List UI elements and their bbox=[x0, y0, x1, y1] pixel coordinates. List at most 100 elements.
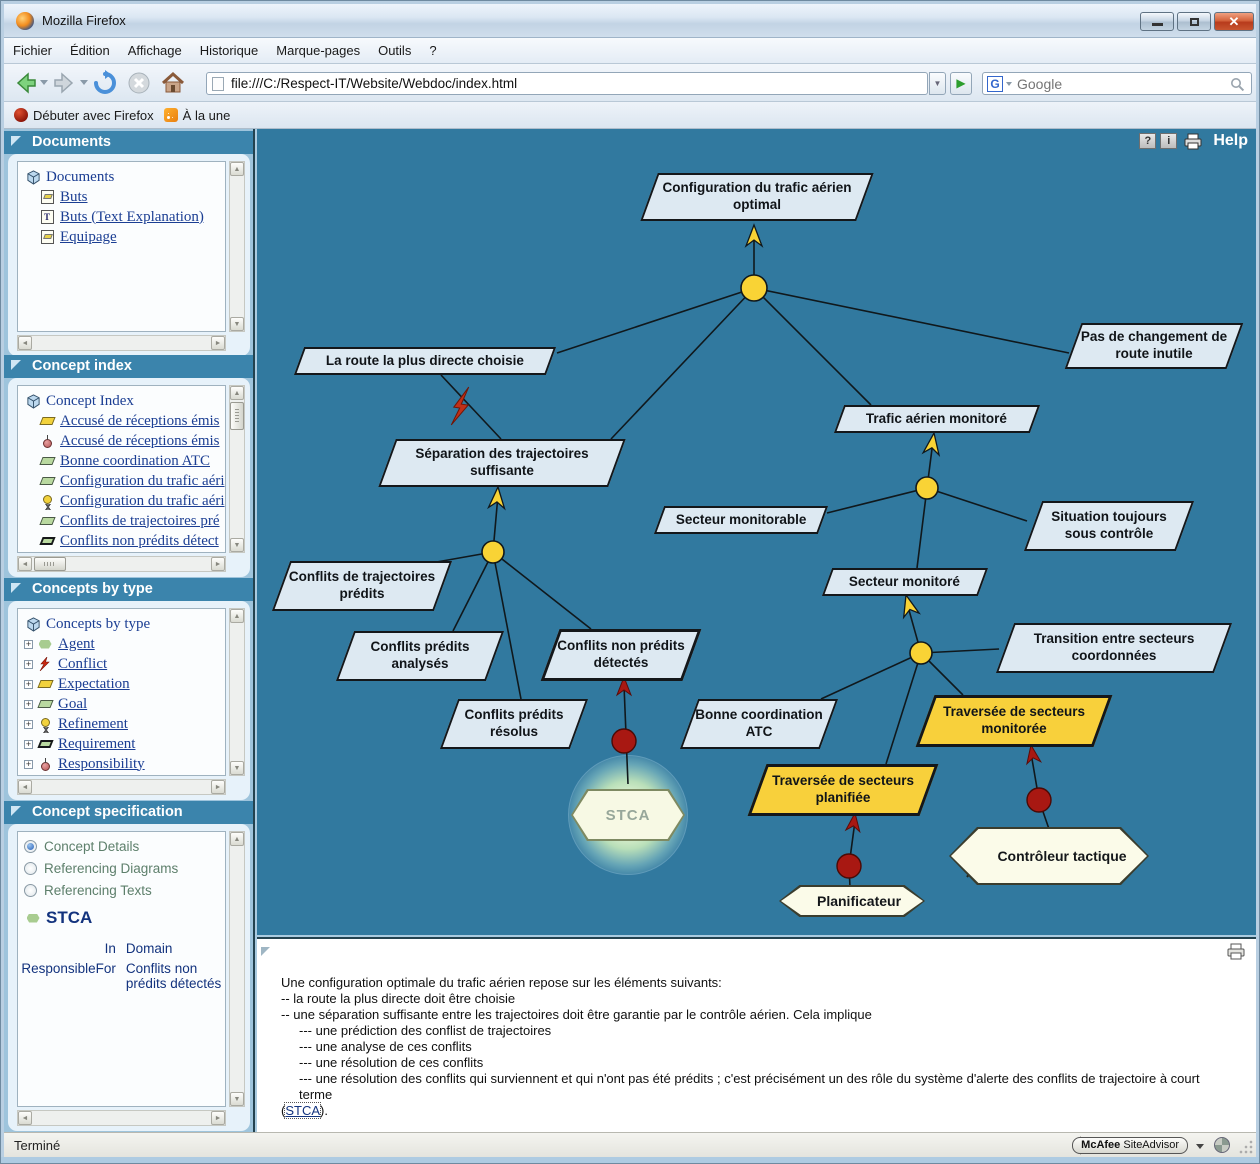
radio-referencing-diagrams[interactable]: Referencing Diagrams bbox=[24, 861, 225, 876]
reload-button[interactable] bbox=[92, 70, 118, 96]
expand-icon[interactable]: + bbox=[24, 760, 33, 769]
collapse-triangle-icon[interactable] bbox=[11, 806, 21, 816]
menu-outils[interactable]: Outils bbox=[369, 39, 420, 62]
scroll-up-icon[interactable]: ▲ bbox=[230, 386, 244, 400]
tree-item-buts[interactable]: Buts bbox=[24, 187, 223, 207]
goal-node[interactable]: Pas de changement de route inutile bbox=[1065, 323, 1244, 369]
collapse-triangle-icon[interactable] bbox=[11, 583, 21, 593]
goal-node[interactable]: Secteur monitoré bbox=[822, 568, 988, 596]
type-item-responsibility[interactable]: + Responsibility bbox=[24, 754, 223, 774]
menu-affichage[interactable]: Affichage bbox=[119, 39, 191, 62]
menu-fichier[interactable]: Fichier bbox=[4, 39, 61, 62]
concept-item[interactable]: Configuration du trafic aéri bbox=[24, 491, 223, 511]
goal-node[interactable]: Trafic aérien monitoré bbox=[834, 405, 1040, 433]
goal-node[interactable]: Configuration du trafic aérien optimal bbox=[640, 173, 873, 221]
collapse-triangle-icon[interactable] bbox=[11, 136, 21, 146]
close-button[interactable]: ✕ bbox=[1214, 12, 1254, 31]
maximize-button[interactable] bbox=[1177, 12, 1211, 31]
type-item-refinement[interactable]: + Refinement bbox=[24, 714, 223, 734]
scroll-right-icon[interactable]: ► bbox=[211, 336, 225, 350]
scroll-up-icon[interactable]: ▲ bbox=[230, 832, 244, 846]
globe-icon[interactable] bbox=[1214, 1137, 1230, 1153]
vertical-scrollbar[interactable]: ▲ ▼ bbox=[229, 161, 245, 332]
scroll-right-icon[interactable]: ► bbox=[211, 557, 225, 571]
stop-button[interactable] bbox=[126, 70, 152, 96]
scrollbar-thumb[interactable] bbox=[34, 557, 66, 571]
horizontal-scrollbar[interactable]: ◄ ► bbox=[17, 335, 226, 351]
search-engine-dropdown-icon[interactable] bbox=[1006, 82, 1012, 86]
radio-icon[interactable] bbox=[24, 884, 37, 897]
concept-item[interactable]: Conflits non prédits détect bbox=[24, 551, 223, 553]
scroll-up-icon[interactable]: ▲ bbox=[230, 609, 244, 623]
scroll-down-icon[interactable]: ▼ bbox=[230, 761, 244, 775]
concept-specification-header[interactable]: Concept specification bbox=[4, 801, 253, 824]
expand-icon[interactable]: + bbox=[24, 680, 33, 689]
go-button[interactable]: ▶ bbox=[950, 72, 972, 95]
search-engine-icon[interactable]: G bbox=[987, 76, 1003, 92]
back-button[interactable] bbox=[12, 70, 38, 96]
print-button[interactable] bbox=[1183, 133, 1203, 150]
back-dropdown-icon[interactable] bbox=[40, 80, 48, 85]
type-item-agent[interactable]: + Agent bbox=[24, 634, 223, 654]
resize-grip[interactable] bbox=[1239, 1140, 1253, 1154]
url-input[interactable] bbox=[231, 74, 921, 93]
type-item-expectation[interactable]: + Expectation bbox=[24, 674, 223, 694]
concept-item[interactable]: Bonne coordination ATC bbox=[24, 451, 223, 471]
stca-link[interactable]: STCA bbox=[285, 1103, 320, 1118]
concepts-by-type-header[interactable]: Concepts by type bbox=[4, 578, 253, 601]
horizontal-scrollbar[interactable]: ◄ ► bbox=[17, 556, 226, 572]
concept-item[interactable]: Accusé de réceptions émis bbox=[24, 411, 223, 431]
goal-node[interactable]: La route la plus directe choisie bbox=[294, 347, 556, 375]
radio-selected-icon[interactable] bbox=[24, 840, 37, 853]
scroll-right-icon[interactable]: ► bbox=[211, 1111, 225, 1125]
menu-edition[interactable]: Édition bbox=[61, 39, 119, 62]
requirement-node[interactable]: Conflits non prédits détectés bbox=[541, 629, 702, 681]
help-question-button[interactable]: ? bbox=[1139, 133, 1156, 149]
radio-concept-details[interactable]: Concept Details bbox=[24, 839, 225, 854]
scroll-left-icon[interactable]: ◄ bbox=[18, 557, 32, 571]
goal-node[interactable]: Bonne coordination ATC bbox=[680, 699, 838, 749]
concept-item[interactable]: Conflits non prédits détect bbox=[24, 531, 223, 551]
horizontal-scrollbar[interactable]: ◄ ► bbox=[17, 779, 226, 795]
agent-node[interactable]: Planificateur bbox=[779, 885, 925, 917]
scroll-left-icon[interactable]: ◄ bbox=[18, 336, 32, 350]
scroll-down-icon[interactable]: ▼ bbox=[230, 317, 244, 331]
documents-header[interactable]: Documents bbox=[4, 131, 253, 154]
expand-icon[interactable]: + bbox=[24, 640, 33, 649]
agent-node[interactable]: Contrôleur tactique bbox=[949, 827, 1149, 885]
expand-icon[interactable]: + bbox=[24, 740, 33, 749]
menu-marque-pages[interactable]: Marque-pages bbox=[267, 39, 369, 62]
expand-icon[interactable]: + bbox=[24, 660, 33, 669]
expand-icon[interactable]: + bbox=[24, 700, 33, 709]
goal-node[interactable]: Conflits prédits résolus bbox=[440, 699, 588, 749]
goal-node[interactable]: Transition entre secteurs coordonnées bbox=[996, 623, 1232, 673]
goal-node[interactable]: Secteur monitorable bbox=[654, 506, 828, 534]
home-button[interactable] bbox=[160, 70, 186, 96]
vertical-scrollbar[interactable]: ▲ ▼ bbox=[229, 831, 245, 1107]
print-button[interactable] bbox=[1226, 943, 1246, 960]
radio-icon[interactable] bbox=[24, 862, 37, 875]
vertical-scrollbar[interactable]: ▲ ▼ bbox=[229, 385, 245, 553]
concept-item[interactable]: Conflits de trajectoires pré bbox=[24, 511, 223, 531]
concept-item[interactable]: Configuration du trafic aéri bbox=[24, 471, 223, 491]
scroll-down-icon[interactable]: ▼ bbox=[230, 538, 244, 552]
tree-item-buts-text[interactable]: T Buts (Text Explanation) bbox=[24, 207, 223, 227]
expectation-node[interactable]: Traversée de secteurs planifiée bbox=[748, 764, 939, 816]
help-label[interactable]: Help bbox=[1213, 132, 1248, 150]
scroll-down-icon[interactable]: ▼ bbox=[230, 1092, 244, 1106]
minimize-button[interactable] bbox=[1140, 12, 1174, 31]
search-input[interactable] bbox=[1017, 74, 1217, 93]
collapse-triangle-icon[interactable] bbox=[11, 360, 21, 370]
bookmark-debuter[interactable]: Débuter avec Firefox bbox=[14, 108, 154, 123]
info-button[interactable]: i bbox=[1160, 133, 1177, 149]
concept-item[interactable]: Accusé de réceptions émis bbox=[24, 431, 223, 451]
expectation-node[interactable]: Traversée de secteurs monitorée bbox=[916, 695, 1113, 747]
search-icon[interactable] bbox=[1230, 77, 1245, 92]
menu-help[interactable]: ? bbox=[420, 39, 445, 62]
forward-button[interactable] bbox=[52, 70, 78, 96]
bookmark-a-la-une[interactable]: À la une bbox=[164, 108, 231, 123]
forward-dropdown-icon[interactable] bbox=[80, 80, 88, 85]
tree-item-equipage[interactable]: Equipage bbox=[24, 227, 223, 247]
agent-node-stca[interactable]: STCA bbox=[571, 789, 685, 841]
menu-historique[interactable]: Historique bbox=[191, 39, 268, 62]
